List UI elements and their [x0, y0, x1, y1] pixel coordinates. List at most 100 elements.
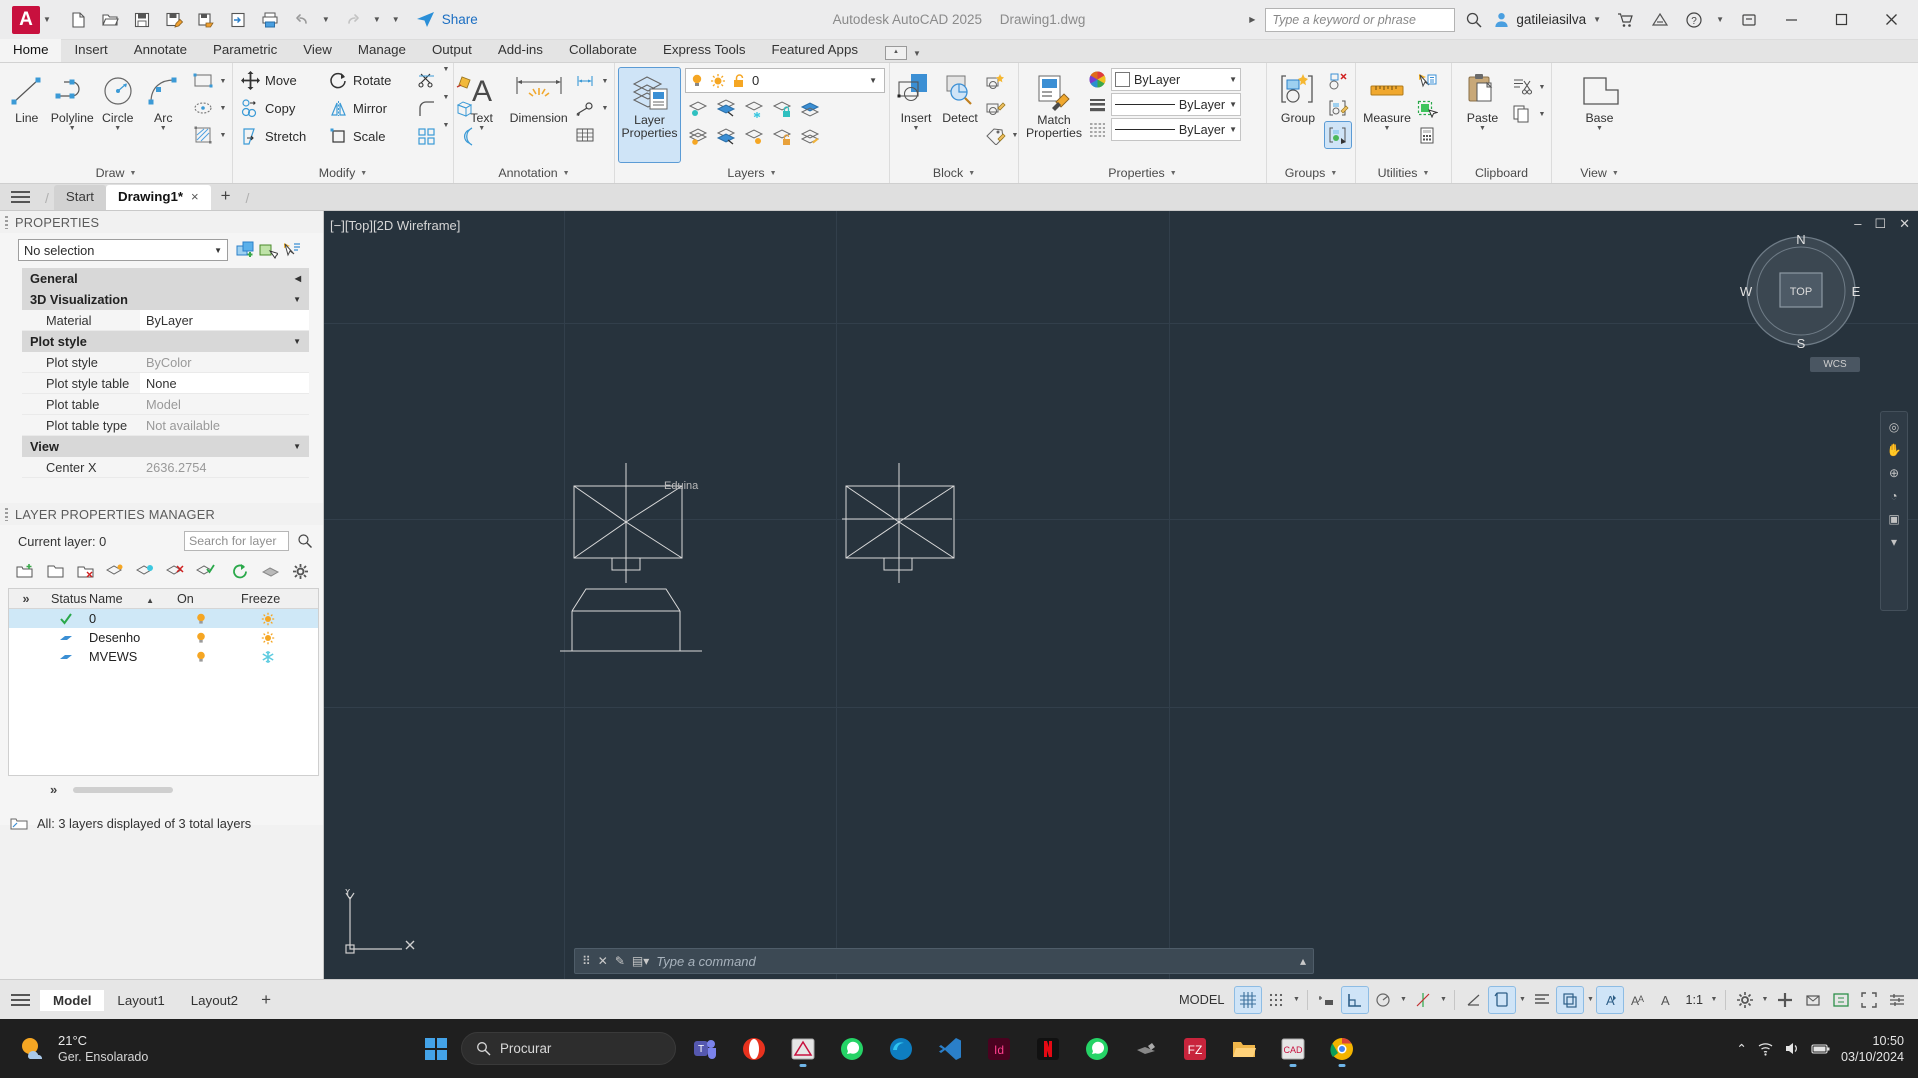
- undo-icon[interactable]: [287, 5, 317, 35]
- layer-lock-icon[interactable]: [769, 95, 795, 121]
- scale-button[interactable]: Scale: [325, 122, 413, 150]
- paste-button[interactable]: Paste ▼: [1456, 68, 1509, 134]
- set-current-layer-icon[interactable]: [192, 558, 218, 584]
- redo-dropdown-icon[interactable]: ▼: [373, 15, 381, 24]
- create-block-icon[interactable]: [982, 68, 1008, 94]
- cut-dropdown-icon[interactable]: ▼: [1537, 84, 1547, 91]
- column-on[interactable]: On: [169, 592, 233, 606]
- weather-widget[interactable]: 21°C Ger. Ensolarado: [0, 1033, 148, 1065]
- orbit-icon[interactable]: ◔: [1890, 489, 1897, 503]
- layers-panel-expand-icon[interactable]: ▼: [770, 170, 777, 177]
- isolate-objects-icon[interactable]: [1800, 987, 1826, 1013]
- mirror-button[interactable]: Mirror: [325, 94, 413, 122]
- match-properties-button[interactable]: Match Properties: [1023, 68, 1085, 160]
- indesign-icon[interactable]: Id: [979, 1029, 1019, 1069]
- linear-dimension-icon[interactable]: [572, 68, 598, 94]
- tab-drawing1[interactable]: Drawing1* ×: [105, 185, 211, 210]
- chevron-left-icon[interactable]: ◀: [295, 274, 301, 283]
- infer-constraints-icon[interactable]: [1314, 987, 1340, 1013]
- layout-tab-layout1[interactable]: Layout1: [104, 990, 177, 1011]
- new-layer-vp-frozen-icon[interactable]: [42, 558, 68, 584]
- leader-dropdown-icon[interactable]: ▼: [600, 105, 610, 112]
- polar-dropdown-icon[interactable]: ▼: [1398, 996, 1408, 1003]
- layer-unisolate-icon[interactable]: [741, 123, 767, 149]
- maximize-button[interactable]: [1818, 0, 1864, 39]
- dimension-button[interactable]: Dimension: [505, 68, 572, 127]
- table-row[interactable]: MVEWS: [9, 647, 318, 666]
- arc-dropdown-icon[interactable]: ▼: [158, 125, 168, 132]
- text-dropdown-icon[interactable]: ▼: [477, 125, 487, 132]
- customize-icon[interactable]: ▼: [392, 15, 400, 24]
- insert-block-button[interactable]: Insert ▼: [894, 68, 938, 134]
- transparency-icon[interactable]: [1529, 987, 1555, 1013]
- whatsapp-icon[interactable]: [832, 1029, 872, 1069]
- row-freeze-icon[interactable]: [233, 612, 303, 626]
- chevron-down-icon-3[interactable]: ▼: [293, 442, 301, 451]
- chevron-up-icon[interactable]: ⌃: [1736, 1041, 1747, 1056]
- base-view-button[interactable]: Base ▼: [1573, 68, 1627, 134]
- annotation-panel-expand-icon[interactable]: ▼: [563, 170, 570, 177]
- select-objects-icon[interactable]: [259, 241, 278, 260]
- gear-icon[interactable]: [287, 558, 313, 584]
- battery-icon[interactable]: [1811, 1040, 1831, 1057]
- fillet-button[interactable]: [413, 94, 441, 122]
- layer-palette-grip-icon[interactable]: [5, 507, 8, 521]
- open-icon[interactable]: [95, 5, 125, 35]
- object-snap-tracking-icon[interactable]: [1410, 987, 1436, 1013]
- properties-panel-expand-icon[interactable]: ▼: [1170, 170, 1177, 177]
- add-layout-button[interactable]: +: [251, 988, 281, 1012]
- ortho-mode-icon[interactable]: [1341, 985, 1370, 1014]
- object-snap-icon[interactable]: [1461, 987, 1487, 1013]
- start-button[interactable]: [420, 1033, 452, 1065]
- autodesk-logo-icon[interactable]: [1645, 5, 1675, 35]
- layer-isolate-icon[interactable]: [685, 95, 711, 121]
- ungroup-icon[interactable]: [1325, 68, 1351, 94]
- property-group-general[interactable]: General ◀: [22, 268, 309, 289]
- hardware-acceleration-icon[interactable]: [1772, 987, 1798, 1013]
- row-freeze-icon[interactable]: [233, 631, 303, 645]
- refresh-icon[interactable]: [227, 558, 253, 584]
- restore-down-icon[interactable]: [1734, 5, 1764, 35]
- tab-view[interactable]: View: [290, 39, 345, 62]
- layer-on-all-icon[interactable]: [685, 123, 711, 149]
- insert-dropdown-icon[interactable]: ▼: [911, 125, 921, 132]
- property-row-center-x[interactable]: Center X 2636.2754: [22, 457, 309, 478]
- osnap-track-dropdown-icon[interactable]: ▼: [1438, 996, 1448, 1003]
- table-icon[interactable]: [572, 122, 598, 148]
- trim-button[interactable]: [413, 66, 441, 94]
- model-space-button[interactable]: MODEL: [1170, 992, 1234, 1007]
- layout-tab-layout2[interactable]: Layout2: [178, 990, 251, 1011]
- help-icon[interactable]: ?: [1679, 5, 1709, 35]
- explorer-icon[interactable]: [1224, 1029, 1264, 1069]
- circle-dropdown-icon[interactable]: ▼: [113, 125, 123, 132]
- selection-cycling-icon[interactable]: [1556, 985, 1585, 1014]
- view-panel-expand-icon[interactable]: ▼: [1612, 170, 1619, 177]
- groups-panel-expand-icon[interactable]: ▼: [1330, 170, 1337, 177]
- infocenter-expand-icon[interactable]: ▶: [1249, 15, 1255, 24]
- save-as-icon[interactable]: [159, 5, 189, 35]
- paste-dropdown-icon[interactable]: ▼: [1478, 125, 1488, 132]
- group-edit-icon[interactable]: [1325, 95, 1351, 121]
- toggle-pickadd-icon[interactable]: [236, 241, 255, 260]
- row-on-icon[interactable]: [169, 650, 233, 664]
- showmotion-icon[interactable]: ▣: [1888, 512, 1899, 526]
- customization-icon[interactable]: [1884, 987, 1910, 1013]
- command-history-icon[interactable]: ▴: [1300, 954, 1306, 968]
- group-button[interactable]: Group: [1271, 68, 1325, 127]
- autocad2-icon[interactable]: CAD: [1273, 1029, 1313, 1069]
- filezilla-icon[interactable]: FZ: [1175, 1029, 1215, 1069]
- fullscreen-icon[interactable]: [1856, 987, 1882, 1013]
- palette-grip-icon[interactable]: [5, 215, 8, 229]
- move-button[interactable]: Move: [237, 66, 325, 94]
- ellipse-dropdown-icon[interactable]: ▼: [218, 105, 228, 112]
- ellipse-icon[interactable]: [190, 95, 216, 121]
- help-chevron-icon[interactable]: ▼: [1716, 15, 1724, 24]
- whatsapp2-icon[interactable]: [1077, 1029, 1117, 1069]
- object-color-combo[interactable]: ByLayer ▼: [1111, 68, 1241, 91]
- tab-start[interactable]: Start: [53, 185, 106, 210]
- app-menu-chevron-icon[interactable]: ▼: [43, 15, 51, 24]
- delete-layer-icon[interactable]: [72, 558, 98, 584]
- layer-freeze-icon[interactable]: [713, 95, 739, 121]
- property-group-3d-visualization[interactable]: 3D Visualization ▼: [22, 289, 309, 310]
- annotation-visibility-icon[interactable]: A: [1596, 985, 1625, 1014]
